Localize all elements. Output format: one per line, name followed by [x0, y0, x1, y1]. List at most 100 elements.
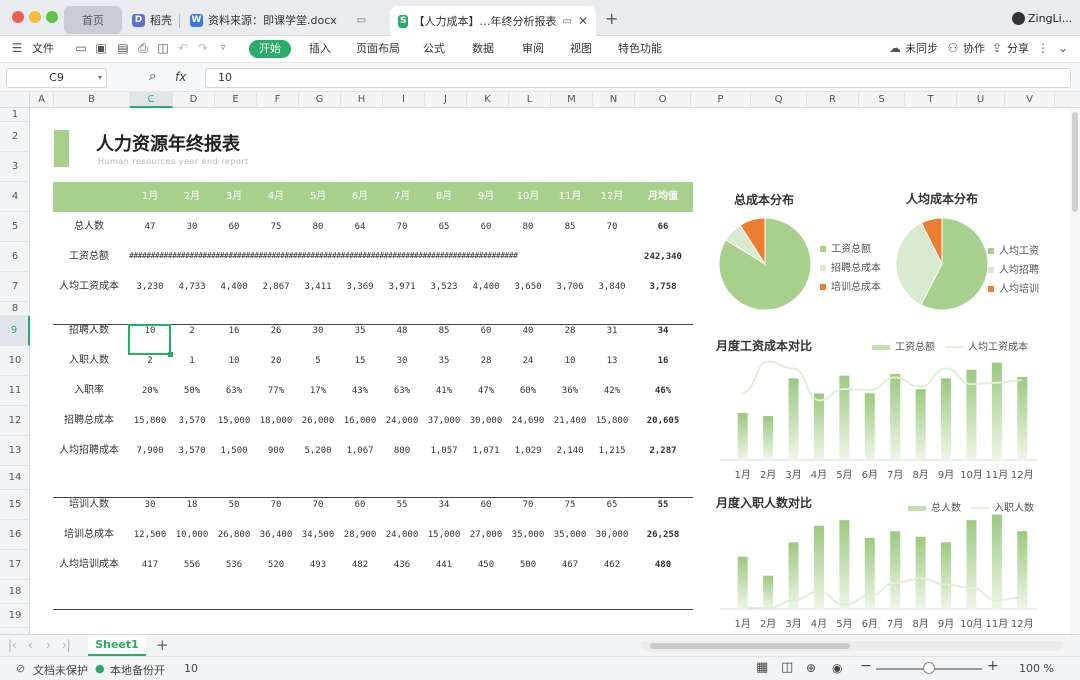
- avatar[interactable]: [1012, 12, 1025, 25]
- table-cell[interactable]: 50: [213, 497, 255, 513]
- table-cell[interactable]: 900: [255, 443, 297, 459]
- table-cell[interactable]: 1,500: [213, 443, 255, 459]
- bar[interactable]: [1017, 376, 1028, 460]
- table-cell[interactable]: 3,411: [297, 279, 339, 295]
- split-view-icon[interactable]: ⊕: [806, 661, 816, 675]
- average-cell[interactable]: 242,340: [631, 249, 695, 265]
- table-cell[interactable]: 60: [339, 497, 381, 513]
- column-header[interactable]: R: [807, 92, 859, 108]
- row-label[interactable]: 人均培训成本: [54, 557, 124, 573]
- bar[interactable]: [839, 520, 850, 609]
- bar[interactable]: [890, 531, 901, 609]
- column-header[interactable]: C: [130, 92, 173, 108]
- print-preview-icon[interactable]: ◫: [156, 41, 170, 55]
- legend-entry[interactable]: 入职人数: [971, 503, 1034, 514]
- table-cell[interactable]: 70: [255, 497, 297, 513]
- table-header-cell[interactable]: 10月: [507, 182, 549, 212]
- bar[interactable]: [788, 378, 799, 460]
- table-cell[interactable]: 441: [423, 557, 465, 573]
- table-cell[interactable]: 28: [465, 353, 507, 369]
- minimize-window-button[interactable]: [29, 11, 41, 23]
- legend-entry[interactable]: 总人数: [908, 503, 961, 514]
- table-cell[interactable]: 2,867: [255, 279, 297, 295]
- table-cell[interactable]: 12,500: [129, 527, 171, 543]
- last-sheet-icon[interactable]: ›|: [62, 638, 71, 652]
- row-header[interactable]: 8: [0, 302, 30, 316]
- table-cell[interactable]: 65: [591, 497, 633, 513]
- normal-view-icon[interactable]: ▦: [756, 660, 768, 675]
- row-header[interactable]: 13: [0, 436, 30, 466]
- zoom-level[interactable]: 100 %: [1019, 662, 1054, 675]
- column-header[interactable]: I: [383, 92, 425, 108]
- tab-home[interactable]: 首页: [64, 6, 122, 34]
- page-view-icon[interactable]: ◫: [781, 660, 793, 675]
- table-header-cell[interactable]: 12月: [591, 182, 633, 212]
- table-header-cell[interactable]: 5月: [297, 182, 339, 212]
- scroll-thumb[interactable]: [1072, 112, 1078, 212]
- table-cell[interactable]: 556: [171, 557, 213, 573]
- bar[interactable]: [763, 575, 774, 609]
- table-cell[interactable]: 41%: [423, 383, 465, 399]
- table-cell[interactable]: 26,000: [297, 413, 339, 429]
- tab-spreadsheet[interactable]: S 【人力成本】…年终分析报表 ▭ ✕: [390, 6, 596, 36]
- table-cell[interactable]: 467: [549, 557, 591, 573]
- table-cell[interactable]: 15: [339, 353, 381, 369]
- table-cell[interactable]: 4,733: [171, 279, 213, 295]
- row-header[interactable]: 12: [0, 406, 30, 436]
- sheet-tab-sheet1[interactable]: Sheet1: [88, 635, 146, 656]
- sync-status[interactable]: 未同步: [905, 40, 938, 58]
- hamburger-menu-icon[interactable]: ☰: [10, 41, 24, 55]
- table-cell[interactable]: 2,140: [549, 443, 591, 459]
- table-cell[interactable]: 3,369: [339, 279, 381, 295]
- column-header[interactable]: J: [425, 92, 467, 108]
- legend-entry[interactable]: 人均培训: [988, 280, 1039, 295]
- table-cell[interactable]: 30: [297, 323, 339, 339]
- bar[interactable]: [915, 536, 926, 609]
- formula-input[interactable]: 10: [205, 68, 1071, 88]
- column-header[interactable]: P: [691, 92, 751, 108]
- row-header[interactable]: 3: [0, 152, 30, 182]
- table-cell[interactable]: 36,400: [255, 527, 297, 543]
- column-header[interactable]: N: [593, 92, 635, 108]
- row-label[interactable]: 人均工资成本: [54, 279, 124, 295]
- table-cell[interactable]: 24: [507, 353, 549, 369]
- table-cell[interactable]: 70: [297, 497, 339, 513]
- table-cell[interactable]: 2: [171, 323, 213, 339]
- row-header[interactable]: 11: [0, 376, 30, 406]
- bar[interactable]: [737, 556, 748, 609]
- table-cell[interactable]: 63%: [381, 383, 423, 399]
- table-cell[interactable]: 13: [591, 353, 633, 369]
- table-cell[interactable]: 60: [213, 219, 255, 235]
- tab-docer[interactable]: D 稻壳: [124, 6, 180, 34]
- table-cell[interactable]: 55: [381, 497, 423, 513]
- bar-chart-monthly-hires[interactable]: 1月 2月 3月 4月 5月 6月 7月 8月 9月 10月 11月 12月: [710, 504, 1040, 634]
- table-cell[interactable]: 85: [549, 219, 591, 235]
- new-tab-icon[interactable]: +: [605, 9, 618, 28]
- legend-entry[interactable]: 人均招聘: [988, 261, 1039, 276]
- table-cell[interactable]: 10,000: [171, 527, 213, 543]
- user-name[interactable]: ZingLi...: [1028, 12, 1072, 25]
- bar[interactable]: [813, 525, 824, 609]
- table-cell[interactable]: 5: [297, 353, 339, 369]
- menu-formula[interactable]: 公式: [423, 40, 445, 58]
- table-cell[interactable]: 3,570: [171, 443, 213, 459]
- table-cell[interactable]: 36%: [549, 383, 591, 399]
- column-header[interactable]: G: [299, 92, 341, 108]
- zoom-in-icon[interactable]: +: [987, 658, 999, 674]
- next-sheet-icon[interactable]: ›: [46, 638, 51, 652]
- table-cell[interactable]: 3,650: [507, 279, 549, 295]
- tab-close-icon[interactable]: ✕: [578, 14, 588, 28]
- selected-cell-c9[interactable]: [128, 324, 171, 355]
- vertical-scrollbar[interactable]: [1070, 108, 1080, 634]
- pie-chart-per-capita-cost[interactable]: [892, 214, 992, 314]
- menu-file[interactable]: 文件: [32, 40, 54, 58]
- legend-entry[interactable]: 培训总成本: [820, 278, 881, 293]
- table-cell[interactable]: 15,800: [591, 413, 633, 429]
- table-header-cell[interactable]: 月均值: [633, 182, 693, 212]
- table-cell[interactable]: 85: [423, 323, 465, 339]
- table-cell[interactable]: 60: [465, 497, 507, 513]
- table-cell[interactable]: 70: [381, 219, 423, 235]
- table-cell[interactable]: 20: [255, 353, 297, 369]
- menu-data[interactable]: 数据: [472, 40, 494, 58]
- menu-page-layout[interactable]: 页面布局: [356, 40, 400, 58]
